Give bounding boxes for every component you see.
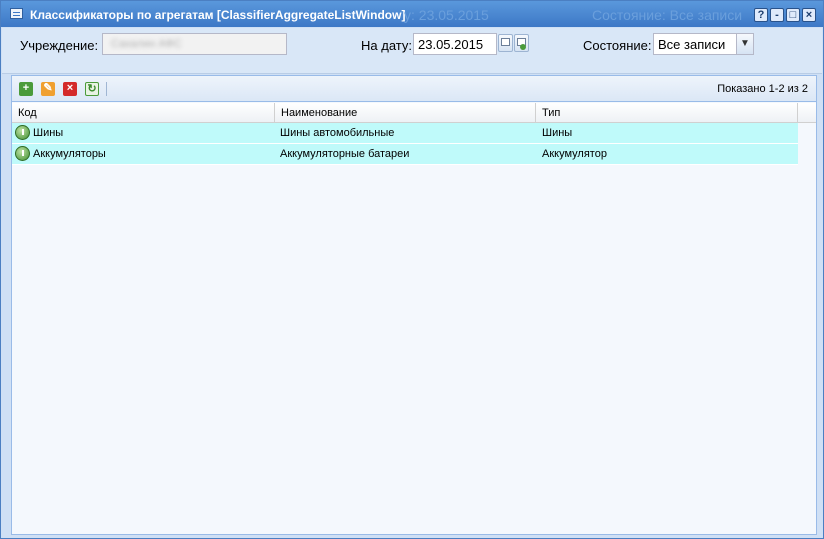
state-label: Состояние:	[583, 38, 652, 53]
grid-header: Код Наименование Тип	[12, 103, 816, 123]
minimize-icon[interactable]: -	[770, 8, 784, 22]
institution-field[interactable]: Сахалин АФС	[102, 33, 287, 55]
row-code: Шины	[33, 127, 64, 139]
add-icon[interactable]: +	[19, 82, 33, 96]
edit-icon[interactable]: ✎	[41, 82, 55, 96]
grid-panel: + ✎ × ↻ Показано 1-2 из 2 Код Наименован…	[11, 75, 817, 535]
window-list-icon	[10, 8, 23, 19]
refresh-icon[interactable]: ↻	[85, 82, 99, 96]
window-titlebar[interactable]: Классификаторы по агрегатам [ClassifierA…	[1, 1, 823, 27]
state-value: Все записи	[658, 37, 726, 52]
date-field[interactable]: 23.05.2015	[413, 33, 497, 55]
row-name: Шины автомобильные	[280, 127, 395, 139]
expand-node-icon[interactable]	[15, 125, 30, 140]
refresh-date-button[interactable]	[514, 34, 529, 52]
window-title: Классификаторы по агрегатам [ClassifierA…	[30, 8, 406, 22]
row-name: Аккумуляторные батареи	[280, 148, 410, 160]
row-code: Аккумуляторы	[33, 148, 106, 160]
title-ghost-state: Состояние: Все записи	[592, 7, 743, 23]
calendar-picker-button[interactable]	[498, 34, 513, 52]
paging-info: Показано 1-2 из 2	[717, 83, 808, 95]
calendar-icon	[501, 38, 510, 46]
close-icon[interactable]: ×	[802, 8, 816, 22]
institution-value: Сахалин АФС	[111, 38, 182, 50]
help-icon[interactable]: ?	[754, 8, 768, 22]
classifier-grid: Код Наименование Тип Шины Шины автомобил…	[12, 103, 816, 165]
table-row[interactable]: Шины Шины автомобильные Шины	[12, 123, 798, 144]
classifier-aggregate-list-window: Классификаторы по агрегатам [ClassifierA…	[0, 0, 824, 539]
column-header-type[interactable]: Тип	[536, 103, 798, 123]
column-header-code[interactable]: Код	[12, 103, 275, 123]
title-ghost-date: у: 23.05.2015	[404, 7, 489, 23]
row-type: Шины	[542, 127, 573, 139]
grid-toolbar: + ✎ × ↻ Показано 1-2 из 2	[12, 76, 816, 102]
institution-label: Учреждение:	[20, 38, 99, 53]
row-type: Аккумулятор	[542, 148, 607, 160]
state-select[interactable]: Все записи ▼	[653, 33, 754, 55]
delete-icon[interactable]: ×	[63, 82, 77, 96]
maximize-icon[interactable]: □	[786, 8, 800, 22]
date-value: 23.05.2015	[418, 37, 484, 52]
refresh-arrow-icon	[520, 44, 526, 50]
table-row[interactable]: Аккумуляторы Аккумуляторные батареи Акку…	[12, 144, 798, 165]
column-header-name[interactable]: Наименование	[275, 103, 536, 123]
expand-node-icon[interactable]	[15, 146, 30, 161]
date-label: На дату:	[361, 38, 412, 53]
filter-bar: Учреждение: Сахалин АФС На дату: 23.05.2…	[2, 28, 822, 74]
chevron-down-icon[interactable]: ▼	[736, 34, 753, 54]
toolbar-separator	[106, 82, 107, 96]
